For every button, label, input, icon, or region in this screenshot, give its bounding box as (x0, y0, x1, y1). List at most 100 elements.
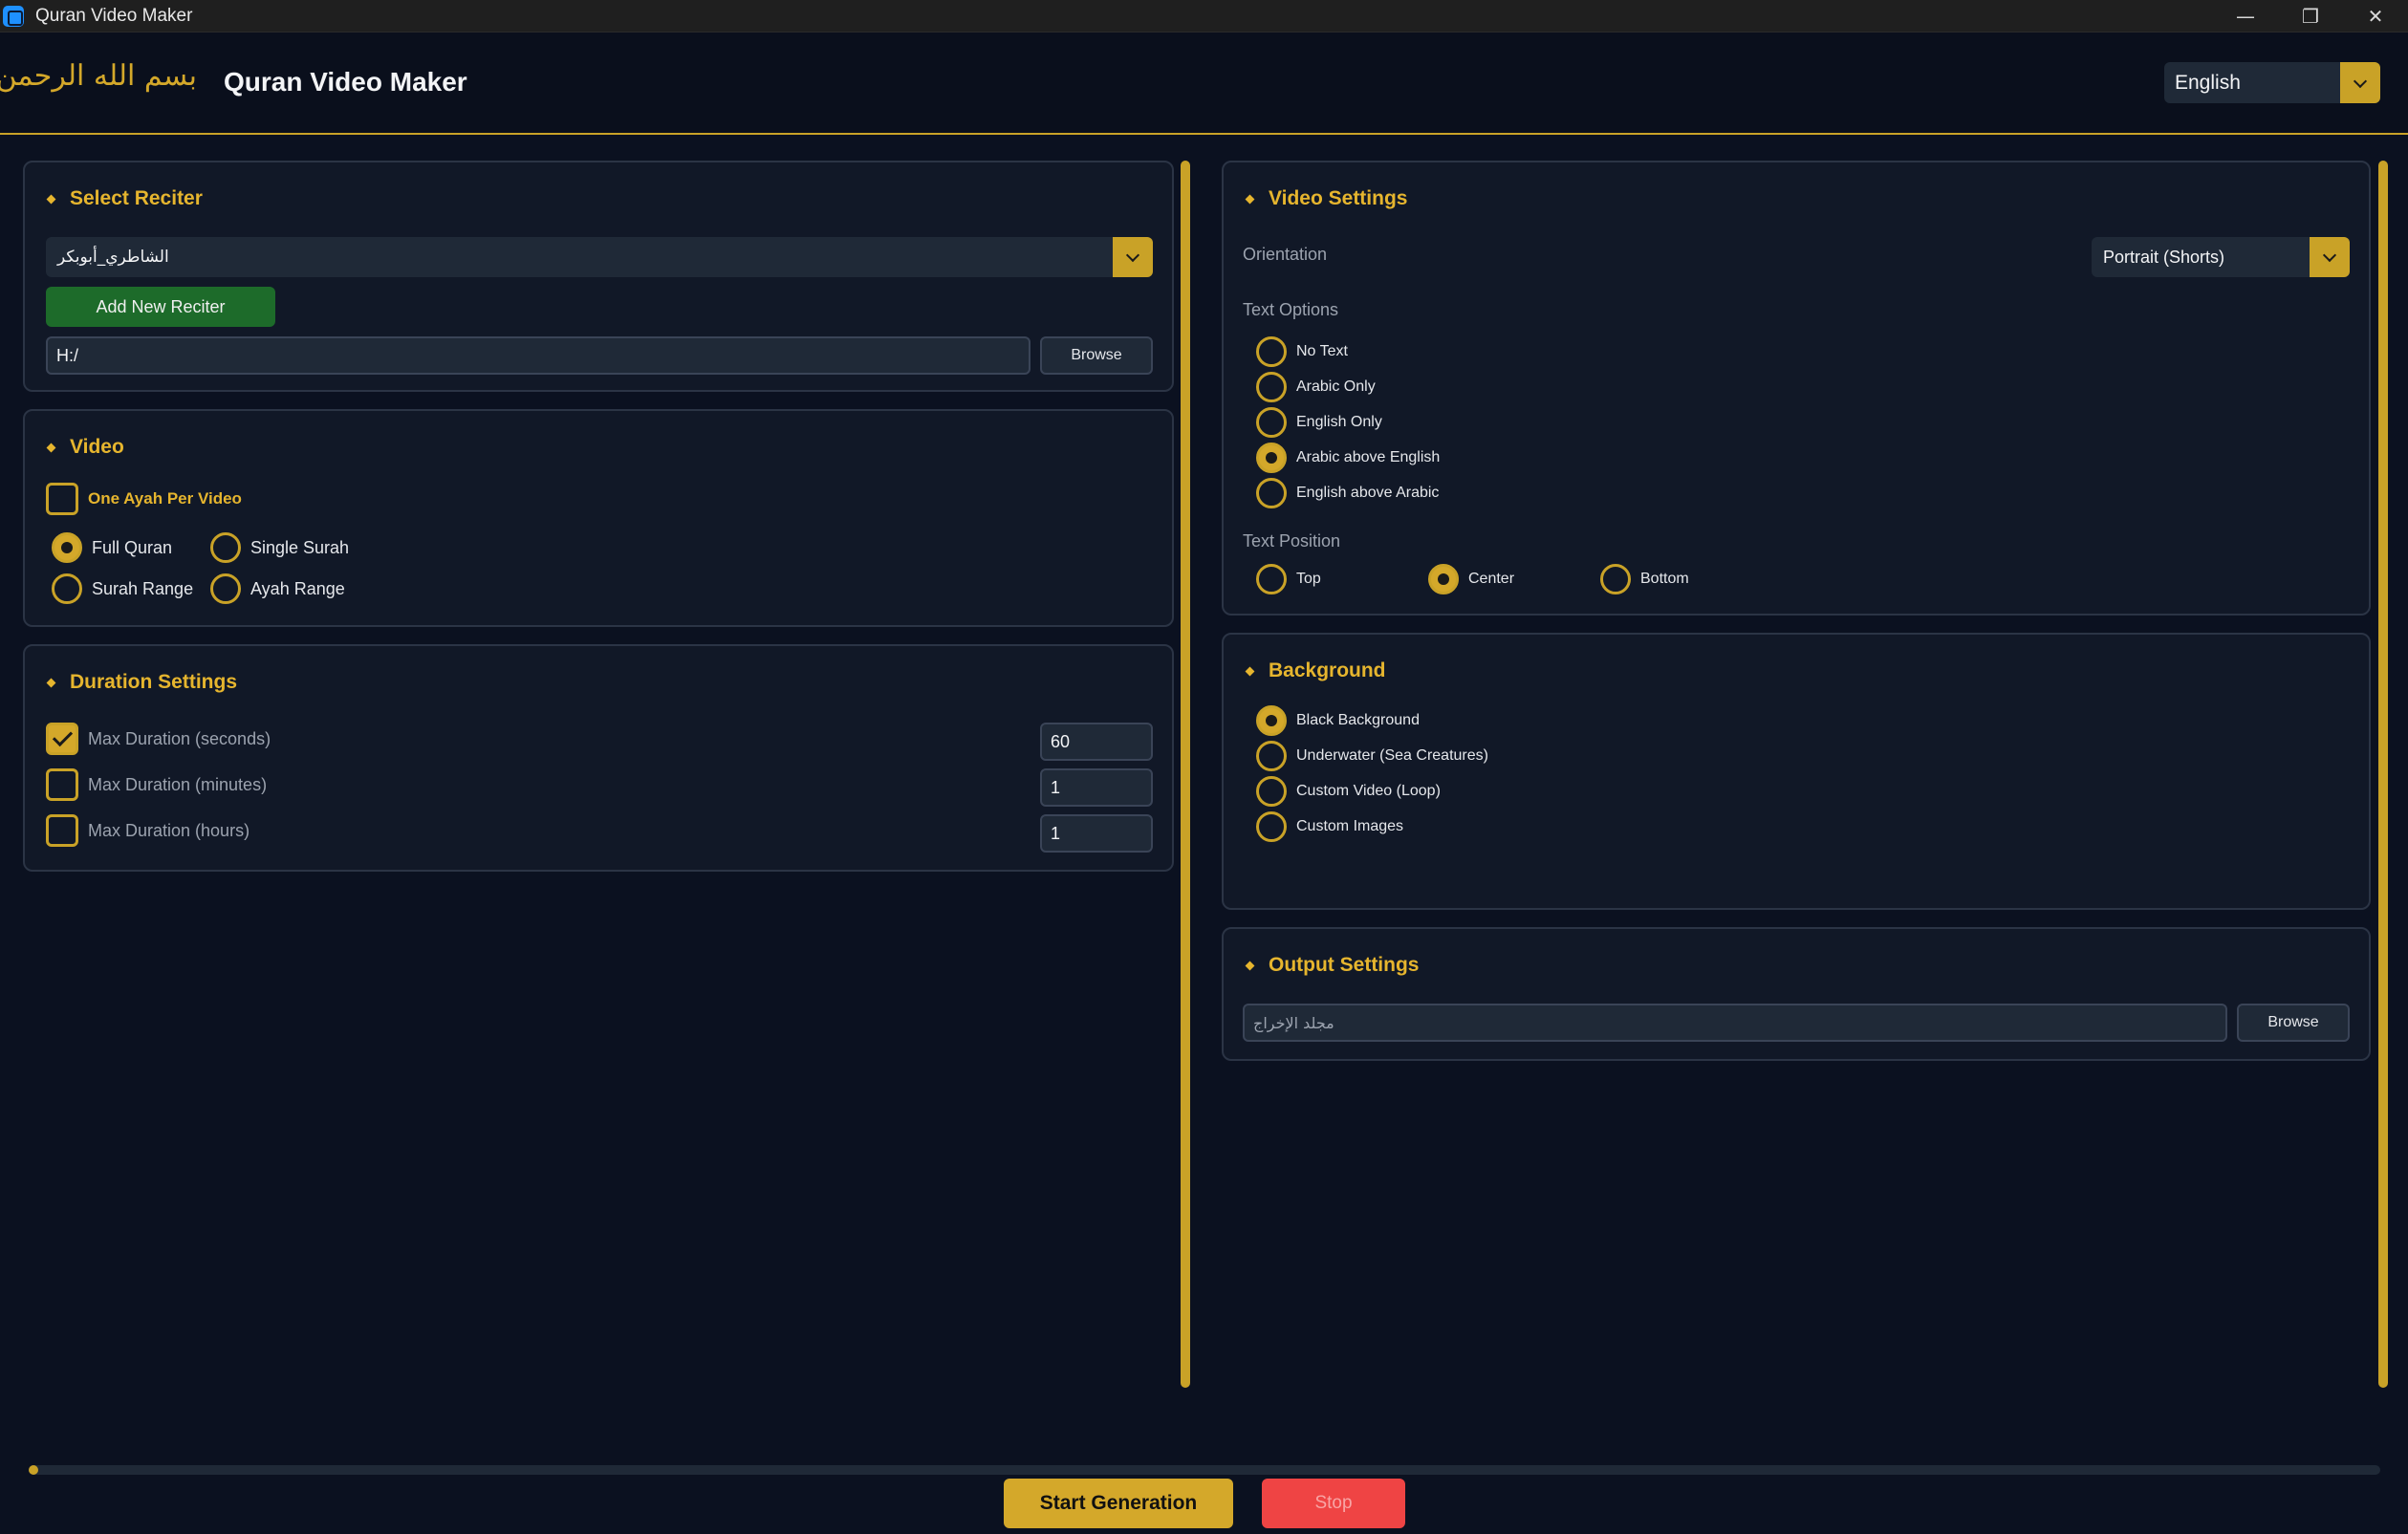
radio-black-background[interactable]: Black Background (1256, 705, 1420, 736)
window-titlebar: Quran Video Maker — ❐ ✕ (0, 0, 2408, 32)
radio-label: Surah Range (92, 578, 194, 598)
diamond-icon (46, 194, 56, 204)
diamond-icon (1245, 961, 1255, 970)
chevron-down-icon[interactable] (2310, 237, 2350, 277)
radio-label: Arabic Only (1296, 378, 1376, 395)
radio-button[interactable] (1600, 564, 1631, 594)
radio-button[interactable] (210, 573, 241, 604)
output-title-label: Output Settings (1269, 954, 1420, 976)
radio-custom-images[interactable]: Custom Images (1256, 811, 1403, 842)
radio-english-above-arabic[interactable]: English above Arabic (1256, 478, 1439, 508)
radio-label: Underwater (Sea Creatures) (1296, 747, 1488, 764)
radio-label: Full Quran (92, 537, 173, 557)
radio-label: Center (1468, 571, 1515, 587)
window-controls: — ❐ ✕ (2213, 0, 2408, 32)
radio-button[interactable] (1256, 336, 1287, 367)
radio-english-only[interactable]: English Only (1256, 407, 1382, 438)
progress-bar (29, 1465, 2380, 1475)
video-settings-panel-title: Video Settings (1245, 187, 1408, 210)
diamond-icon (1245, 194, 1255, 204)
bismillah-logo: بسم الله الرحمن الرحيم (0, 59, 197, 93)
radio-position-top[interactable]: Top (1256, 564, 1321, 594)
reciter-browse-button[interactable]: Browse (1040, 336, 1153, 375)
radio-button[interactable] (1428, 564, 1459, 594)
radio-surah-range[interactable]: Surah Range (52, 573, 193, 604)
max-seconds-input[interactable]: 60 (1040, 723, 1153, 761)
background-title-label: Background (1269, 659, 1386, 681)
video-settings-title-label: Video Settings (1269, 187, 1408, 209)
radio-arabic-only[interactable]: Arabic Only (1256, 372, 1376, 402)
radio-button[interactable] (1256, 443, 1287, 473)
radio-button[interactable] (52, 532, 82, 563)
max-hours-checkbox[interactable]: Max Duration (hours) (46, 814, 249, 847)
radio-button[interactable] (1256, 811, 1287, 842)
reciter-value: الشاطري_أبوبكر (57, 248, 169, 267)
stop-button[interactable]: Stop (1262, 1479, 1405, 1528)
radio-no-text[interactable]: No Text (1256, 336, 1348, 367)
output-folder-input[interactable]: مجلد الإخراج (1243, 1004, 2227, 1042)
video-panel-title: Video (46, 436, 124, 459)
radio-button[interactable] (1256, 478, 1287, 508)
left-scrollbar[interactable] (1181, 161, 1190, 1388)
add-reciter-button[interactable]: Add New Reciter (46, 287, 275, 327)
duration-label: Max Duration (hours) (88, 820, 250, 840)
radio-ayah-range[interactable]: Ayah Range (210, 573, 345, 604)
chevron-down-icon[interactable] (1113, 237, 1153, 277)
radio-underwater[interactable]: Underwater (Sea Creatures) (1256, 741, 1488, 771)
radio-single-surah[interactable]: Single Surah (210, 532, 349, 563)
radio-label: Top (1296, 571, 1321, 587)
max-minutes-checkbox[interactable]: Max Duration (minutes) (46, 768, 267, 801)
radio-button[interactable] (1256, 776, 1287, 807)
radio-arabic-above-english[interactable]: Arabic above English (1256, 443, 1440, 473)
radio-label: No Text (1296, 343, 1348, 359)
radio-button[interactable] (1256, 564, 1287, 594)
reciter-select[interactable]: الشاطري_أبوبكر (46, 237, 1153, 277)
one-ayah-checkbox[interactable]: One Ayah Per Video (46, 483, 242, 515)
radio-custom-video[interactable]: Custom Video (Loop) (1256, 776, 1441, 807)
radio-position-bottom[interactable]: Bottom (1600, 564, 1689, 594)
reciter-title-label: Select Reciter (70, 187, 203, 209)
radio-label: Ayah Range (250, 578, 345, 598)
radio-button[interactable] (1256, 705, 1287, 736)
reciter-path-input[interactable]: H:/ (46, 336, 1030, 375)
radio-label: Single Surah (250, 537, 350, 557)
checkbox[interactable] (46, 814, 78, 847)
radio-full-quran[interactable]: Full Quran (52, 532, 172, 563)
duration-label: Max Duration (minutes) (88, 774, 268, 794)
output-browse-button[interactable]: Browse (2237, 1004, 2350, 1042)
radio-button[interactable] (1256, 372, 1287, 402)
max-minutes-input[interactable]: 1 (1040, 768, 1153, 807)
radio-button[interactable] (1256, 741, 1287, 771)
language-select[interactable]: English (2164, 62, 2380, 103)
close-icon[interactable]: ✕ (2343, 0, 2408, 32)
radio-button[interactable] (52, 573, 82, 604)
checkmark-icon[interactable] (46, 723, 78, 755)
checkbox[interactable] (46, 768, 78, 801)
output-panel-title: Output Settings (1245, 954, 1420, 977)
max-seconds-checkbox[interactable]: Max Duration (seconds) (46, 723, 271, 755)
right-scrollbar[interactable] (2378, 161, 2388, 1388)
video-settings-panel: Video Settings Orientation Portrait (Sho… (1222, 161, 2371, 616)
radio-label: Black Background (1296, 712, 1420, 728)
minimize-icon[interactable]: — (2213, 0, 2278, 32)
orientation-value: Portrait (Shorts) (2103, 247, 2225, 267)
page-title: Quran Video Maker (224, 67, 467, 97)
one-ayah-label: One Ayah Per Video (88, 489, 242, 508)
orientation-select[interactable]: Portrait (Shorts) (2092, 237, 2350, 277)
background-panel: Background Black Background Underwater (… (1222, 633, 2371, 910)
duration-title-label: Duration Settings (70, 671, 238, 693)
checkbox[interactable] (46, 483, 78, 515)
radio-button[interactable] (210, 532, 241, 563)
window-title: Quran Video Maker (35, 5, 193, 26)
restore-icon[interactable]: ❐ (2278, 0, 2343, 32)
start-generation-button[interactable]: Start Generation (1004, 1479, 1233, 1528)
radio-button[interactable] (1256, 407, 1287, 438)
radio-label: English above Arabic (1296, 485, 1440, 501)
video-panel: Video One Ayah Per Video Full Quran Sing… (23, 409, 1174, 627)
diamond-icon (1245, 666, 1255, 676)
max-hours-input[interactable]: 1 (1040, 814, 1153, 853)
app-icon (3, 5, 24, 27)
radio-position-center[interactable]: Center (1428, 564, 1514, 594)
diamond-icon (46, 678, 56, 687)
chevron-down-icon[interactable] (2340, 62, 2380, 103)
